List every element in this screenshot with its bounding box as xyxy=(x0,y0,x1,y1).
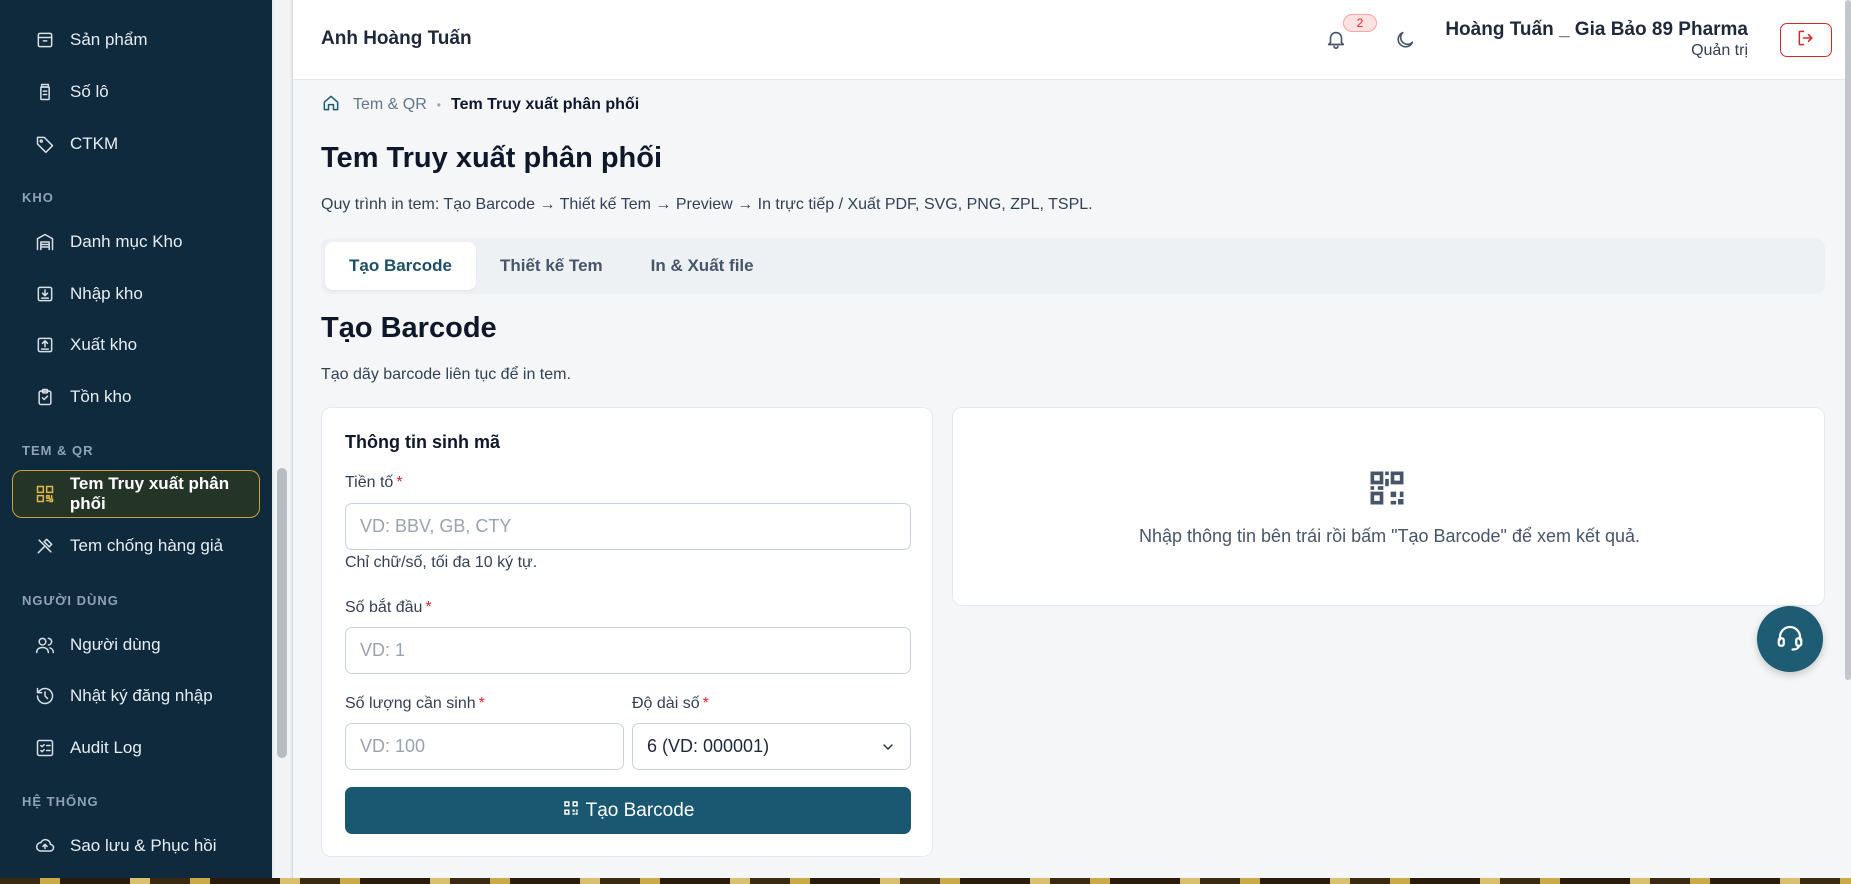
bottle-icon xyxy=(34,81,56,103)
quantity-input[interactable] xyxy=(345,723,624,770)
sidebar-item-tem-chong-hang-gia[interactable]: Tem chống hàng giả xyxy=(12,522,260,570)
home-icon[interactable] xyxy=(321,93,341,118)
tag-icon xyxy=(34,133,56,155)
form-title: Thông tin sinh mã xyxy=(345,432,500,452)
tab-bar: Tạo Barcode Thiết kế Tem In & Xuất file xyxy=(321,238,1825,294)
sidebar-section-kho: KHO xyxy=(22,190,54,205)
breadcrumb-separator: • xyxy=(436,98,441,112)
prefix-label-text: Tiền tố xyxy=(345,474,394,491)
length-select[interactable]: 6 (VD: 000001) xyxy=(632,723,911,770)
sidebar-section-he-thong: HỆ THỐNG xyxy=(22,794,99,809)
sidebar-scrollbar-thumb[interactable] xyxy=(277,468,287,758)
page-scrollbar[interactable] xyxy=(1845,0,1851,680)
export-icon xyxy=(34,334,56,356)
section-title: Tạo Barcode xyxy=(321,312,497,344)
sidebar-item-xuat-kho[interactable]: Xuất kho xyxy=(12,321,260,369)
sidebar-item-label: Nhập kho xyxy=(70,284,143,303)
breadcrumb-current: Tem Truy xuất phân phối xyxy=(451,96,640,113)
length-select-value: 6 (VD: 000001) xyxy=(647,736,770,756)
qr-icon xyxy=(562,799,586,823)
sidebar-item-label: Danh mục Kho xyxy=(70,232,183,251)
background-strip xyxy=(0,878,1851,884)
sidebar-item-tem-truy-xuat[interactable]: Tem Truy xuất phân phối xyxy=(12,470,260,518)
prefix-input[interactable] xyxy=(345,503,911,550)
sidebar-item-nguoi-dung[interactable]: Người dùng xyxy=(12,621,260,669)
prefix-label: Tiền tố * xyxy=(345,474,403,492)
generate-barcode-button[interactable]: Tạo Barcode xyxy=(345,787,911,834)
main-content: Anh Hoàng Tuấn 2 Hoàng Tuấn _ Gia Bảo 89… xyxy=(292,0,1851,878)
profile-name: Hoàng Tuấn _ Gia Bảo 89 Pharma xyxy=(1445,19,1748,40)
breadcrumb-link[interactable]: Tem & QR xyxy=(353,96,427,114)
length-label: Độ dài số * xyxy=(632,695,709,713)
topbar: Anh Hoàng Tuấn 2 Hoàng Tuấn _ Gia Bảo 89… xyxy=(293,0,1851,80)
sidebar-item-label: Tồn kho xyxy=(70,387,132,406)
logout-button[interactable] xyxy=(1780,23,1832,57)
moon-icon[interactable] xyxy=(1394,29,1418,53)
barcode-result-card: Nhập thông tin bên trái rồi bấm "Tạo Bar… xyxy=(952,407,1825,606)
start-number-label: Số bắt đầu * xyxy=(345,599,432,617)
profile-role: Quản trị xyxy=(1691,42,1748,59)
required-mark: * xyxy=(396,474,403,491)
sidebar-item-danh-muc-kho[interactable]: Danh mục Kho xyxy=(12,218,260,266)
sidebar-item-label: Tem Truy xuất phân phối xyxy=(69,474,230,513)
sidebar-item-ton-kho[interactable]: Tồn kho xyxy=(12,373,260,421)
prefix-hint: Chỉ chữ/số, tối đa 10 ký tự. xyxy=(345,554,538,571)
bell-icon[interactable] xyxy=(1325,28,1349,52)
page-description: Quy trình in tem: Tạo Barcode → Thiết kế… xyxy=(321,196,1093,213)
cloud-icon xyxy=(34,835,56,857)
breadcrumb: Tem & QR • Tem Truy xuất phân phối xyxy=(321,94,639,116)
result-empty-message: Nhập thông tin bên trái rồi bấm "Tạo Bar… xyxy=(1138,526,1641,546)
users-icon xyxy=(34,634,56,656)
required-mark: * xyxy=(702,695,709,712)
sidebar-item-san-pham[interactable]: Sản phẩm xyxy=(12,16,260,64)
length-label-text: Độ dài số xyxy=(632,695,700,712)
sidebar-item-label: Xuất kho xyxy=(70,335,138,354)
sidebar-section-nguoi-dung: NGƯỜI DÙNG xyxy=(22,593,119,608)
tools-icon xyxy=(34,535,56,557)
import-icon xyxy=(34,283,56,305)
support-chat-button[interactable] xyxy=(1757,606,1823,672)
sidebar-item-label: Nhật ký đăng nhập xyxy=(70,686,213,705)
sidebar-item-label: Audit Log xyxy=(70,738,142,757)
box-icon xyxy=(34,29,56,51)
sidebar: Sản phẩm Số lô CTKM KHO Danh mục Kho Nhậ… xyxy=(0,0,272,878)
qr-icon xyxy=(35,483,56,505)
quantity-label-text: Số lượng cần sinh xyxy=(345,695,476,712)
warehouse-icon xyxy=(34,231,56,253)
clipboard-icon xyxy=(34,386,56,408)
headset-icon xyxy=(1775,622,1805,657)
sidebar-item-sao-luu[interactable]: Sao lưu & Phục hồi xyxy=(12,822,260,870)
sidebar-item-nhat-ky-dang-nhap[interactable]: Nhật ký đăng nhập xyxy=(12,672,260,720)
generate-barcode-label: Tạo Barcode xyxy=(585,799,695,821)
sidebar-item-label: Sao lưu & Phục hồi xyxy=(70,836,217,855)
required-mark: * xyxy=(478,695,485,712)
chevron-down-icon xyxy=(880,739,896,760)
page-title: Tem Truy xuất phân phối xyxy=(321,142,663,174)
topbar-username: Anh Hoàng Tuấn xyxy=(321,28,472,49)
sidebar-item-audit-log[interactable]: Audit Log xyxy=(12,724,260,772)
sidebar-item-label: Sản phẩm xyxy=(70,30,148,49)
history-icon xyxy=(34,685,56,707)
sidebar-item-label: Người dùng xyxy=(70,635,161,654)
logout-icon xyxy=(1796,28,1816,53)
qr-code-icon xyxy=(1365,466,1409,510)
checklist-icon xyxy=(34,737,56,759)
sidebar-item-label: CTKM xyxy=(70,134,119,153)
tab-thiet-ke-tem[interactable]: Thiết kế Tem xyxy=(476,242,627,290)
tab-tao-barcode[interactable]: Tạo Barcode xyxy=(325,242,476,290)
start-label-text: Số bắt đầu xyxy=(345,599,423,616)
section-description: Tạo dãy barcode liên tục để in tem. xyxy=(321,366,571,383)
sidebar-item-label: Tem chống hàng giả xyxy=(70,536,224,555)
sidebar-item-ctkm[interactable]: CTKM xyxy=(12,120,260,168)
required-mark: * xyxy=(425,599,432,616)
start-number-input[interactable] xyxy=(345,627,911,674)
tab-in-xuat-file[interactable]: In & Xuất file xyxy=(627,242,778,290)
sidebar-item-label: Số lô xyxy=(70,82,109,101)
notification-badge: 2 xyxy=(1343,14,1377,32)
sidebar-item-so-lo[interactable]: Số lô xyxy=(12,68,260,116)
sidebar-item-nhap-kho[interactable]: Nhập kho xyxy=(12,270,260,318)
barcode-form-card: Thông tin sinh mã Tiền tố* Chỉ chữ/số, t… xyxy=(321,407,933,857)
quantity-label: Số lượng cần sinh * xyxy=(345,695,485,713)
sidebar-section-tem-qr: TEM & QR xyxy=(22,443,94,458)
